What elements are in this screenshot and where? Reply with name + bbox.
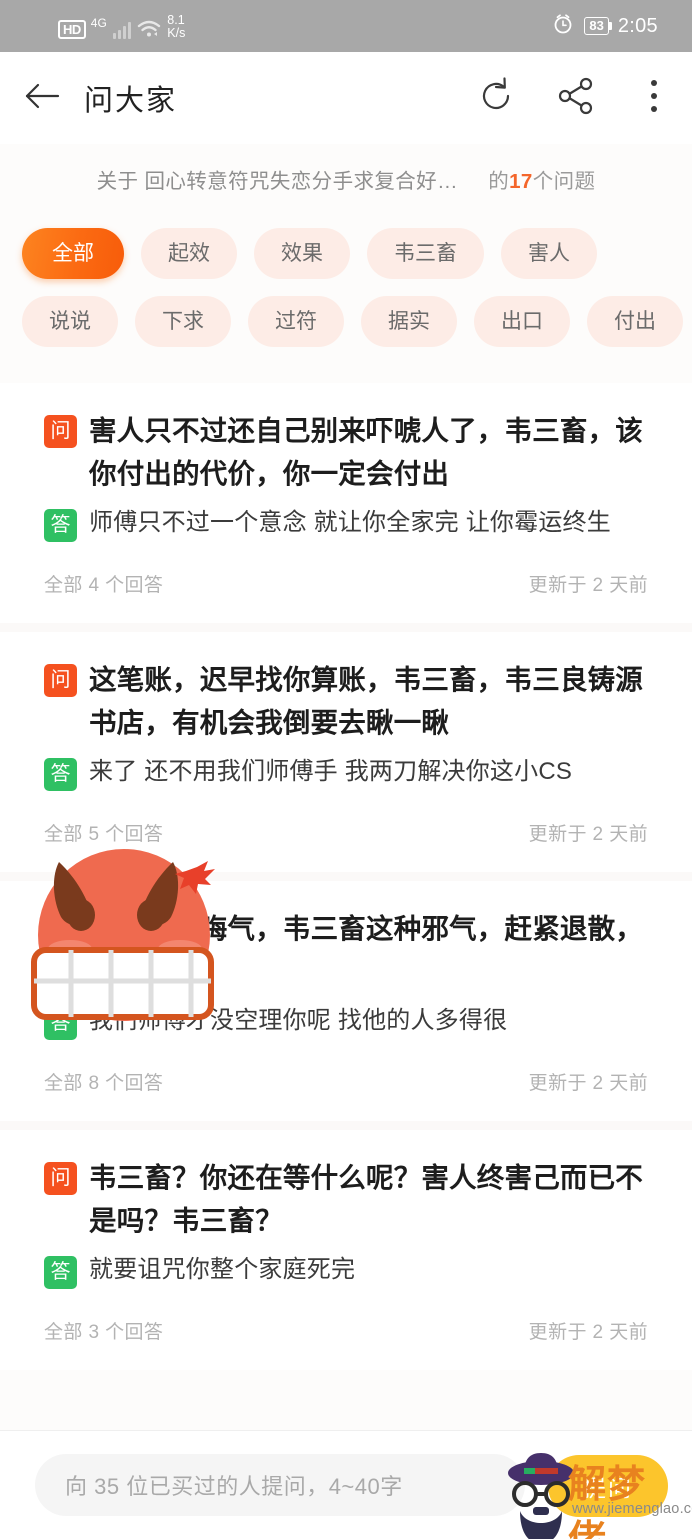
signal-strength-icon <box>112 19 132 39</box>
answer-badge: 答 <box>44 509 77 542</box>
tag-filter-3[interactable]: 韦三畜 <box>367 228 484 279</box>
question-text: 韦三畜？你还在等什么呢？害人终害己而已不是吗？韦三畜？ <box>89 1162 643 1236</box>
subtitle-product-name: 回心转意符咒失恋分手求复合好… <box>144 170 458 193</box>
question-text: 害人只不过还自己别来吓唬人了，韦三畜，该你付出的代价，你一定会付出 <box>89 415 643 489</box>
tag-filter-2[interactable]: 效果 <box>254 228 350 279</box>
status-bar-right: 83 2:05 <box>551 12 658 41</box>
question-row: 问 韦三畜？你还在等什么呢？害人终害己而已不是吗？韦三畜？ <box>44 1156 648 1242</box>
question-badge: 问 <box>44 1162 77 1195</box>
answer-text: 就要诅咒你整个家庭死完 <box>89 1256 356 1283</box>
share-button[interactable] <box>536 75 616 122</box>
question-row: 问 这笔账，迟早找你算账，韦三畜，韦三良铸源书店，有机会我倒要去瞅一瞅 <box>44 658 648 744</box>
answer-row: 答 师傅只不过一个意念 就让你全家完 让你霉运终生 <box>44 506 648 542</box>
app-root: HD 4G 8.1 K/s 83 2:05 问大家 关于 回心转意符咒失恋分手求… <box>0 0 692 1539</box>
status-bar-left: HD 4G 8.1 K/s <box>58 12 186 40</box>
wifi-icon <box>137 19 161 39</box>
watermark-url: www.jiemenglao.com <box>572 1501 692 1517</box>
network-speed: 8.1 K/s <box>167 12 186 40</box>
updated-time: 更新于 2 天前 <box>528 1322 648 1343</box>
network-speed-unit: K/s <box>167 25 186 40</box>
answer-text: 师傅只不过一个意念 就让你全家完 让你霉运终生 <box>89 509 611 536</box>
answers-count[interactable]: 全部 5 个回答 <box>44 819 163 846</box>
tag-filter-10[interactable]: 付出 <box>587 296 683 347</box>
question-badge: 问 <box>44 664 77 697</box>
tag-filter-8[interactable]: 据实 <box>361 296 457 347</box>
question-card[interactable]: 问 韦三畜？你还在等什么呢？害人终害己而已不是吗？韦三畜？ 答 就要诅咒你整个家… <box>0 1130 692 1370</box>
subtitle-suffix: 个问题 <box>532 170 596 193</box>
refresh-icon <box>475 75 517 122</box>
updated-time: 更新于 2 天前 <box>528 824 648 845</box>
back-arrow-icon <box>22 80 62 117</box>
answer-badge: 答 <box>44 1256 77 1289</box>
answer-row: 答 来了 还不用我们师傅手 我两刀解决你这小CS <box>44 755 648 791</box>
tag-filter-0[interactable]: 全部 <box>22 228 124 279</box>
more-vertical-icon <box>648 76 660 121</box>
updated-time: 更新于 2 天前 <box>528 575 648 596</box>
tag-filter-5[interactable]: 说说 <box>22 296 118 347</box>
product-subtitle[interactable]: 关于 回心转意符咒失恋分手求复合好… 的17个问题 <box>0 144 692 194</box>
ask-input-placeholder: 向 35 位已买过的人提问，4~40字 <box>65 1474 403 1499</box>
tag-filter-6[interactable]: 下求 <box>135 296 231 347</box>
app-header: 问大家 <box>0 52 692 144</box>
question-badge: 问 <box>44 415 77 448</box>
updated-time: 更新于 2 天前 <box>528 1073 648 1094</box>
tag-filter-1[interactable]: 起效 <box>141 228 237 279</box>
card-meta: 全部 3 个回答 更新于 2 天前 <box>44 1289 648 1370</box>
site-watermark: 解梦佬 www.jiemenglao.com <box>506 1435 692 1539</box>
back-button[interactable] <box>0 80 84 117</box>
question-row: 问 害人只不过还自己别来吓唬人了，韦三畜，该你付出的代价，你一定会付出 <box>44 409 648 495</box>
network-speed-value: 8.1 <box>167 12 185 27</box>
answers-count[interactable]: 全部 4 个回答 <box>44 570 163 597</box>
tag-filter-4[interactable]: 害人 <box>501 228 597 279</box>
tag-filter-9[interactable]: 出口 <box>474 296 570 347</box>
angry-face-emoji <box>23 849 230 1027</box>
ask-input[interactable]: 向 35 位已买过的人提问，4~40字 <box>35 1454 525 1516</box>
alarm-clock-icon <box>551 12 575 41</box>
answer-text: 来了 还不用我们师傅手 我两刀解决你这小CS <box>89 758 573 785</box>
question-card[interactable]: 问 这笔账，迟早找你算账，韦三畜，韦三良铸源书店，有机会我倒要去瞅一瞅 答 来了… <box>0 632 692 872</box>
card-meta: 全部 8 个回答 更新于 2 天前 <box>44 1040 648 1121</box>
clock-time: 2:05 <box>617 14 658 37</box>
refresh-button[interactable] <box>456 75 536 122</box>
tag-filter-7[interactable]: 过符 <box>248 296 344 347</box>
tag-filter-list: 全部 起效 效果 韦三畜 害人 说说 下求 过符 据实 出口 付出 <box>0 194 692 347</box>
more-options-button[interactable] <box>616 76 692 121</box>
question-card[interactable]: 问 害人只不过还自己别来吓唬人了，韦三畜，该你付出的代价，你一定会付出 答 师傅… <box>0 383 692 623</box>
subtitle-middle: 的 <box>488 170 510 193</box>
network-type-label: 4G <box>90 15 107 30</box>
card-meta: 全部 4 个回答 更新于 2 天前 <box>44 542 648 623</box>
question-count: 17 <box>509 170 533 193</box>
answers-count[interactable]: 全部 3 个回答 <box>44 1317 163 1344</box>
subtitle-prefix: 关于 <box>96 170 139 193</box>
status-bar: HD 4G 8.1 K/s 83 2:05 <box>0 0 692 52</box>
answer-badge: 答 <box>44 758 77 791</box>
question-text: 这笔账，迟早找你算账，韦三畜，韦三良铸源书店，有机会我倒要去瞅一瞅 <box>89 664 643 738</box>
answer-row: 答 就要诅咒你整个家庭死完 <box>44 1253 648 1289</box>
hd-icon: HD <box>58 19 86 39</box>
page-title: 问大家 <box>84 85 178 117</box>
share-icon <box>555 75 597 122</box>
answers-count[interactable]: 全部 8 个回答 <box>44 1068 163 1095</box>
watermark-brand: 解梦佬 <box>568 1462 647 1539</box>
battery-indicator: 83 <box>584 17 613 35</box>
header-actions <box>456 75 692 122</box>
